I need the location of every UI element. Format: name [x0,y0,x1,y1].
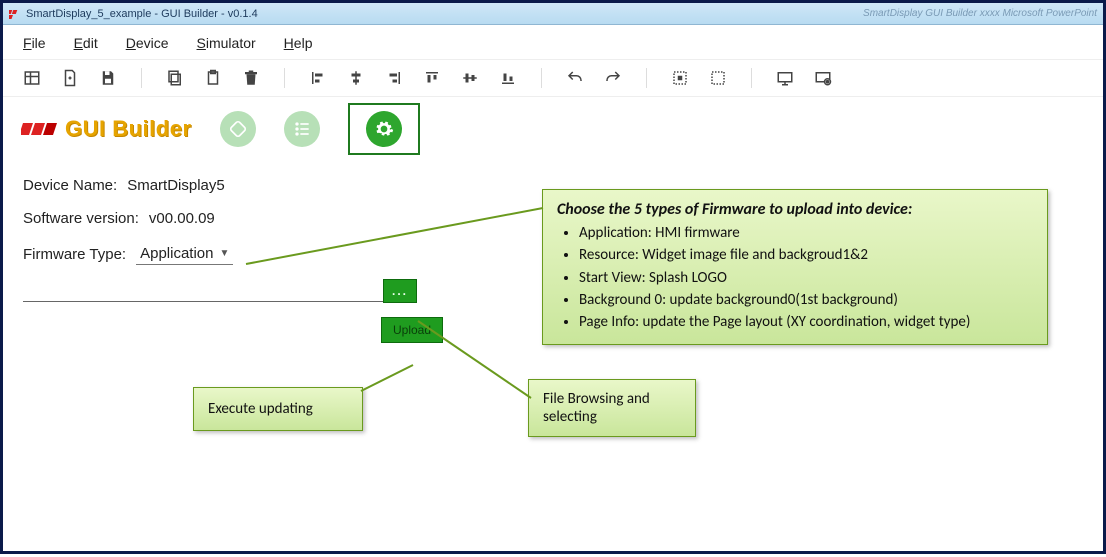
menu-edit[interactable]: Edit [74,35,98,51]
marquee-icon[interactable] [709,69,727,87]
menu-simulator[interactable]: Simulator [197,35,256,51]
upload-button[interactable]: Upload [381,317,443,343]
display-icon[interactable] [776,69,794,87]
callout-item: Start View: Splash LOGO [579,268,1033,288]
align-center-v-icon[interactable] [461,69,479,87]
toolbar [3,60,1103,97]
redo-icon[interactable] [604,69,622,87]
new-icon[interactable] [23,69,41,87]
undo-icon[interactable] [566,69,584,87]
open-icon[interactable] [61,69,79,87]
align-bottom-icon[interactable] [499,69,517,87]
tab-list-icon[interactable] [284,111,320,147]
copy-icon[interactable] [166,69,184,87]
callout-execute: Execute updating [193,387,363,431]
app-logo-icon [9,8,21,20]
separator [284,68,285,88]
callout-firmware-types: Choose the 5 types of Firmware to upload… [542,189,1048,345]
brand-row: GUI Builder [3,97,1103,165]
callout-item: Background 0: update background0(1st bac… [579,290,1033,310]
software-version-label: Software version: [23,210,139,227]
callout-browse: File Browsing and selecting [528,379,696,437]
firmware-type-dropdown[interactable]: Application ▼ [136,243,233,265]
window-title: SmartDisplay_5_example - GUI Builder - v… [26,8,258,20]
ghost-window-title: SmartDisplay GUI Builder xxxx Microsoft … [863,8,1097,19]
menu-help[interactable]: Help [284,35,313,51]
select-icon[interactable] [671,69,689,87]
tab-design-icon[interactable] [220,111,256,147]
menu-device[interactable]: Device [126,35,169,51]
align-right-icon[interactable] [385,69,403,87]
delete-icon[interactable] [242,69,260,87]
menu-file[interactable]: File [23,35,46,51]
software-version-value: v00.00.09 [149,210,215,227]
callout-item: Application: HMI firmware [579,223,1033,243]
display-settings-icon[interactable] [814,69,832,87]
brand-logo: GUI Builder [21,116,192,142]
callout-item: Resource: Widget image file and backgrou… [579,245,1033,265]
align-left-icon[interactable] [309,69,327,87]
brand-text: GUI Builder [65,116,192,142]
device-name-value: SmartDisplay5 [127,177,225,194]
separator [141,68,142,88]
firmware-type-value: Application [140,245,213,262]
firmware-type-label: Firmware Type: [23,246,126,263]
paste-icon[interactable] [204,69,222,87]
align-center-h-icon[interactable] [347,69,365,87]
device-name-label: Device Name: [23,177,117,194]
separator [541,68,542,88]
title-bar: SmartDisplay_5_example - GUI Builder - v… [3,3,1103,25]
file-path-input[interactable] [23,301,383,302]
brand-mark-icon [21,117,57,141]
tab-settings-active[interactable] [348,103,420,155]
separator [751,68,752,88]
save-icon[interactable] [99,69,117,87]
align-top-icon[interactable] [423,69,441,87]
gear-icon [366,111,402,147]
chevron-down-icon: ▼ [219,248,229,259]
separator [646,68,647,88]
menu-bar: File Edit Device Simulator Help [3,25,1103,60]
browse-button[interactable]: ... [383,279,417,303]
callout-title: Choose the 5 types of Firmware to upload… [557,200,1033,219]
callout-item: Page Info: update the Page layout (XY co… [579,312,1033,332]
